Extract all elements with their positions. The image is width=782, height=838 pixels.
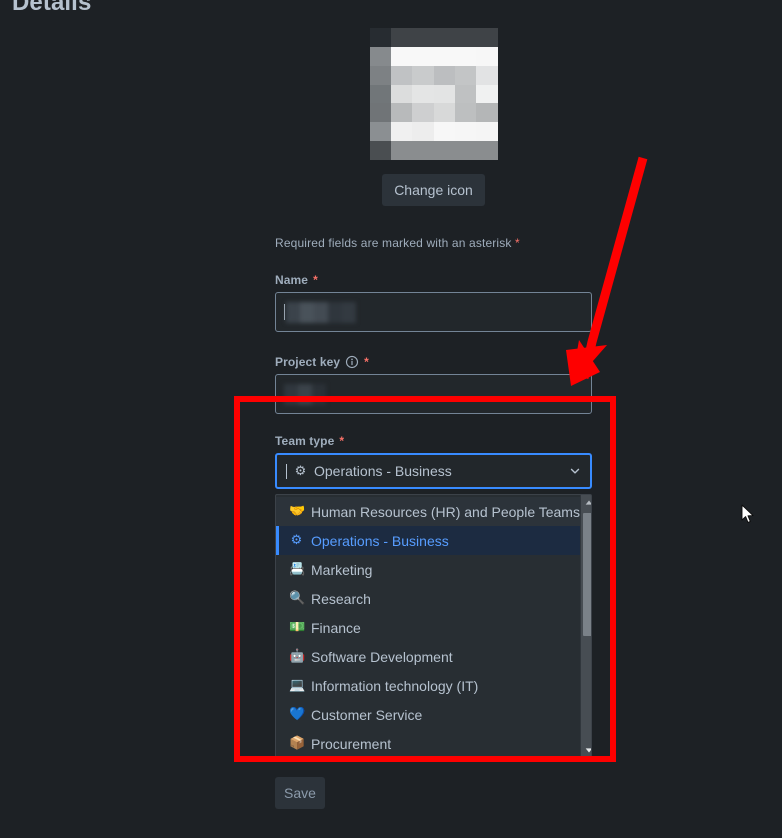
dropdown-option[interactable]: 🤝 Human Resources (HR) and People Teams — [276, 497, 580, 526]
required-fields-note: Required fields are marked with an aster… — [275, 236, 592, 250]
name-value-redacted — [286, 301, 356, 323]
icon-section: Change icon — [275, 28, 592, 206]
dropdown-option[interactable]: 💵 Finance — [276, 613, 580, 642]
dropdown-option[interactable]: 📇 Marketing — [276, 555, 580, 584]
dropdown-option-label: Marketing — [311, 561, 373, 578]
name-label: Name * — [275, 273, 592, 287]
dropdown-option-label: Operations - Business — [311, 532, 449, 549]
team-type-option-list: 🤝 Human Resources (HR) and People Teams ⚙ O… — [276, 495, 580, 758]
info-icon[interactable] — [345, 355, 359, 369]
mouse-cursor — [741, 504, 754, 523]
name-label-text: Name — [275, 273, 309, 287]
team-type-field-group: Team type * ⚙ Operations - Business 🤝 Hum… — [275, 434, 592, 759]
team-type-label-text: Team type — [275, 434, 335, 448]
team-type-label: Team type * — [275, 434, 592, 448]
scrollbar-thumb[interactable] — [582, 513, 591, 636]
dropdown-scrollbar[interactable] — [579, 495, 591, 758]
laptop-emoji: 💻 — [289, 678, 306, 693]
dropdown-option-label: Procurement — [311, 735, 392, 752]
select-caret — [286, 463, 287, 479]
save-button[interactable]: Save — [275, 777, 325, 809]
card-index-emoji: 📇 — [289, 562, 306, 577]
details-form: Change icon Required fields are marked w… — [275, 28, 592, 809]
dropdown-option-label: Information technology (IT) — [311, 677, 479, 694]
money-emoji: 💵 — [289, 620, 306, 635]
dropdown-option[interactable]: 🤖 Software Development — [276, 642, 580, 671]
name-input[interactable] — [275, 292, 592, 332]
team-type-selected-value: Operations - Business — [314, 463, 452, 479]
dropdown-option[interactable]: ⚙ Operations - Business — [276, 526, 580, 555]
project-key-value-redacted — [284, 383, 326, 405]
required-note-text: Required fields are marked with an aster… — [275, 236, 512, 250]
name-field-group: Name * — [275, 273, 592, 332]
project-key-required-asterisk: * — [364, 355, 369, 369]
name-required-asterisk: * — [313, 273, 318, 287]
team-type-required-asterisk: * — [339, 434, 345, 448]
text-caret — [284, 304, 285, 320]
project-key-input[interactable] — [275, 374, 592, 414]
dropdown-option[interactable]: 💻 Information technology (IT) — [276, 671, 580, 700]
scrollbar-up-arrow[interactable] — [580, 495, 591, 511]
required-asterisk: * — [515, 236, 520, 250]
dropdown-option-label: Customer Service — [311, 706, 423, 723]
dropdown-option-label: Finance — [311, 619, 361, 636]
team-type-select[interactable]: ⚙ Operations - Business — [275, 453, 592, 489]
package-emoji: 📦 — [289, 736, 306, 751]
dropdown-option-label: Human Resources (HR) and People Teams — [311, 503, 580, 520]
change-icon-button[interactable]: Change icon — [382, 174, 485, 206]
gear-emoji: ⚙ — [290, 533, 303, 548]
scrollbar-down-arrow[interactable] — [580, 742, 591, 758]
project-key-label-text: Project key — [275, 355, 341, 369]
dropdown-option[interactable]: 📦 Procurement — [276, 729, 580, 758]
dropdown-option-label: Research — [311, 590, 371, 607]
project-icon-redacted[interactable] — [369, 28, 498, 160]
project-key-label: Project key * — [275, 355, 592, 369]
blue-heart-emoji: 💙 — [289, 707, 306, 722]
dropdown-option-label: Software Development — [311, 648, 453, 665]
team-type-dropdown[interactable]: 🤝 Human Resources (HR) and People Teams ⚙ O… — [275, 494, 592, 759]
magnifier-emoji: 🔍 — [289, 591, 306, 606]
dropdown-option[interactable]: 🔍 Research — [276, 584, 580, 613]
handshake-emoji: 🤝 — [289, 504, 306, 519]
dropdown-option[interactable]: 💙 Customer Service — [276, 700, 580, 729]
robot-emoji: 🤖 — [289, 649, 306, 664]
gear-emoji: ⚙ — [294, 463, 307, 479]
chevron-down-icon[interactable] — [568, 464, 582, 478]
project-key-field-group: Project key * — [275, 355, 592, 414]
page-title: Details — [12, 0, 92, 16]
